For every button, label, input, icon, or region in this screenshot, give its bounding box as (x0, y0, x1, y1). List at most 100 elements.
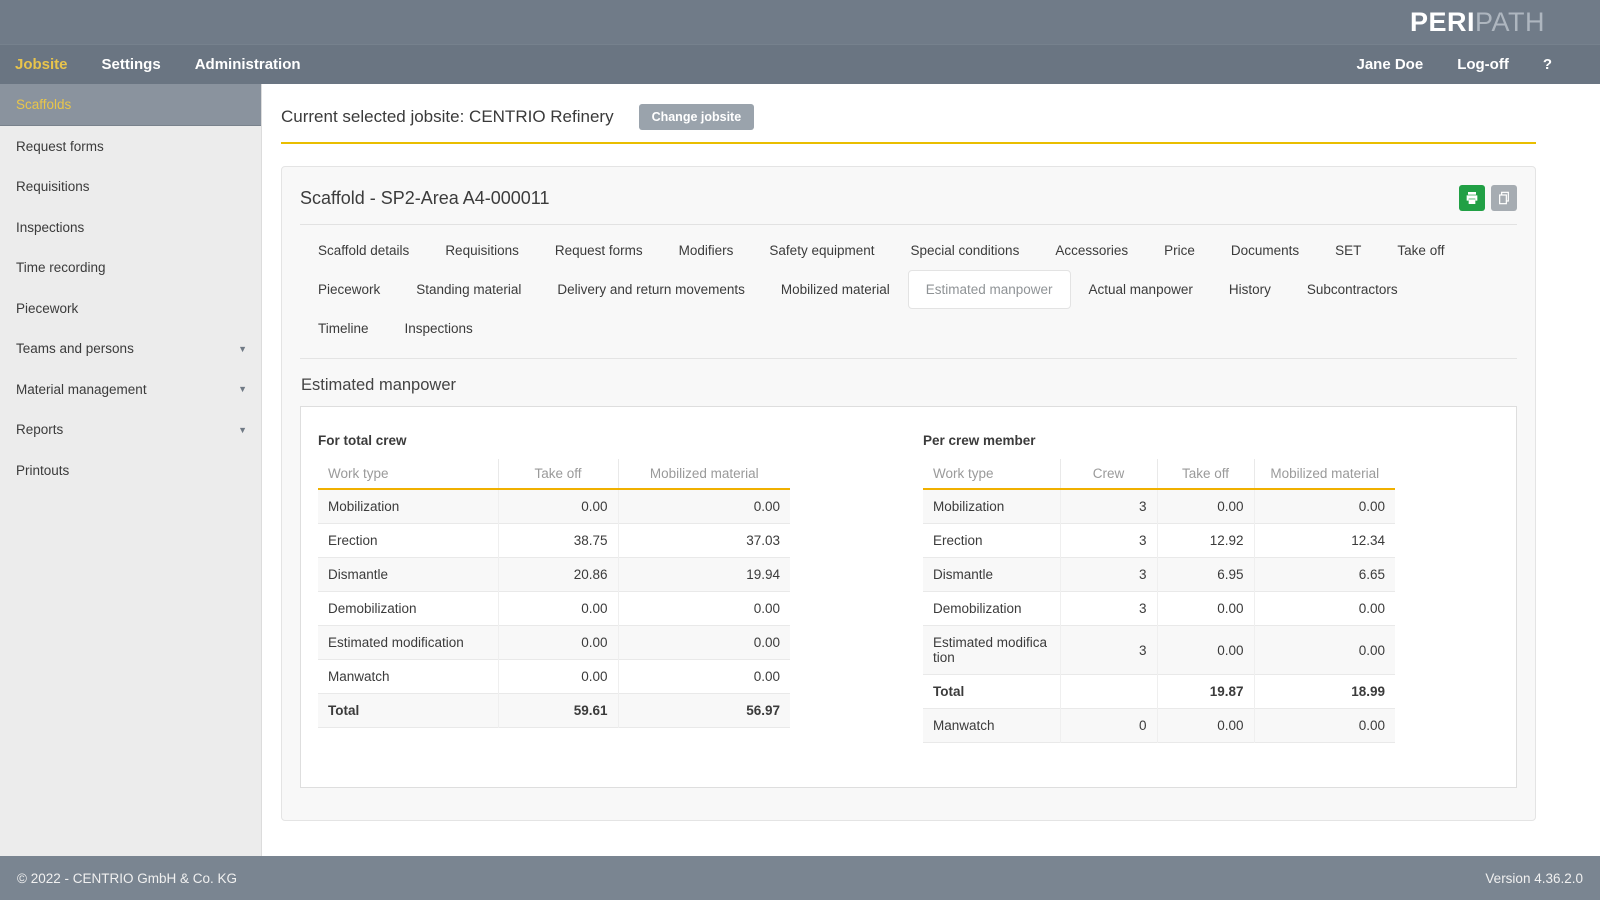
sidebar-item-request-forms[interactable]: Request forms (0, 126, 261, 167)
table-cell: 19.94 (618, 558, 790, 592)
scaffold-card-header: Scaffold - SP2-Area A4-000011 (300, 185, 1517, 211)
tab-accessories[interactable]: Accessories (1037, 231, 1146, 270)
change-jobsite-button[interactable]: Change jobsite (639, 104, 755, 130)
topnav-item-log-off[interactable]: Log-off (1457, 56, 1509, 73)
copy-button[interactable] (1491, 185, 1517, 211)
table-cell: Manwatch (318, 660, 498, 694)
tab-requisitions[interactable]: Requisitions (427, 231, 537, 270)
sidebar-item-reports[interactable]: Reports▼ (0, 410, 261, 451)
sidebar-item-printouts[interactable]: Printouts (0, 450, 261, 491)
tab-take-off[interactable]: Take off (1379, 231, 1462, 270)
table-row-manwatch: Manwatch00.000.00 (923, 709, 1395, 743)
table-cell: 0.00 (1254, 592, 1395, 626)
sidebar-item-inspections[interactable]: Inspections (0, 207, 261, 248)
table-cell: 0.00 (618, 489, 790, 524)
table-cell: Manwatch (923, 709, 1060, 743)
tab-scaffold-details[interactable]: Scaffold details (300, 231, 427, 270)
table-cell: Mobilization (318, 489, 498, 524)
scaffold-card: Scaffold - SP2-Area A4-000011 (281, 166, 1536, 821)
tab-mobilized-material[interactable]: Mobilized material (763, 270, 908, 309)
topnav-item-administration[interactable]: Administration (195, 56, 301, 73)
topnav-item-jane-doe[interactable]: Jane Doe (1356, 56, 1423, 73)
column-header-take-off: Take off (1157, 459, 1254, 489)
tab-actual-manpower[interactable]: Actual manpower (1071, 270, 1211, 309)
table-cell: 3 (1060, 524, 1157, 558)
content-area: ScaffoldsRequest formsRequisitionsInspec… (0, 84, 1600, 856)
tab-delivery-and-return-movements[interactable]: Delivery and return movements (539, 270, 763, 309)
top-brand-bar: PERIPATH (0, 0, 1600, 44)
print-button[interactable] (1459, 185, 1485, 211)
tab-safety-equipment[interactable]: Safety equipment (751, 231, 892, 270)
main-panel: Current selected jobsite: CENTRIO Refine… (262, 84, 1600, 856)
table-cell: Dismantle (318, 558, 498, 592)
table-cell: 3 (1060, 626, 1157, 675)
main-nav-right: Jane Doe Log-off? (1356, 56, 1552, 73)
sidebar-item-label: Request forms (16, 139, 104, 154)
sidebar-item-label: Piecework (16, 301, 78, 316)
chevron-down-icon: ▼ (238, 344, 247, 354)
table-cell: 19.87 (1157, 675, 1254, 709)
tab-estimated-manpower[interactable]: Estimated manpower (908, 270, 1071, 309)
table-row-demobilization: Demobilization30.000.00 (923, 592, 1395, 626)
tab-piecework[interactable]: Piecework (300, 270, 398, 309)
tab-documents[interactable]: Documents (1213, 231, 1317, 270)
sidebar: Scaffolds Request forms Requisitions Inspec… (0, 84, 262, 856)
sidebar-item-scaffolds[interactable]: Scaffolds (0, 84, 261, 126)
table-cell: Estimated modification (318, 626, 498, 660)
tab-inspections[interactable]: Inspections (387, 309, 491, 348)
section-title: Estimated manpower (301, 376, 1517, 395)
tab-modifiers[interactable]: Modifiers (661, 231, 752, 270)
tab-special-conditions[interactable]: Special conditions (893, 231, 1038, 270)
column-header-mobilized-material: Mobilized material (618, 459, 790, 489)
print-icon (1464, 190, 1480, 206)
tab-history[interactable]: History (1211, 270, 1289, 309)
table-row-erection: Erection38.7537.03 (318, 524, 790, 558)
table-cell: 0 (1060, 709, 1157, 743)
table-cell: 0.00 (618, 626, 790, 660)
app-logo-path: PATH (1475, 7, 1545, 37)
tab-standing-material[interactable]: Standing material (398, 270, 539, 309)
topnav-item-jobsite[interactable]: Jobsite (15, 56, 68, 73)
tab-set[interactable]: SET (1317, 231, 1379, 270)
table-cell: 12.34 (1254, 524, 1395, 558)
table-cell: 56.97 (618, 694, 790, 728)
sidebar-item-label: Requisitions (16, 179, 90, 194)
estimated-manpower-panel: For total crew Work typeTake offMobilize… (300, 406, 1517, 788)
for-total-crew-block: For total crew Work typeTake offMobilize… (318, 433, 790, 743)
table-cell: Mobilization (923, 489, 1060, 524)
table-cell: 3 (1060, 489, 1157, 524)
table-cell: 59.61 (498, 694, 618, 728)
sidebar-item-time-recording[interactable]: Time recording (0, 248, 261, 289)
table-cell: 3 (1060, 592, 1157, 626)
footer-version: Version 4.36.2.0 (1485, 871, 1583, 886)
tab-request-forms[interactable]: Request forms (537, 231, 661, 270)
main-nav-left: Jobsite Settings Administration (15, 56, 301, 73)
sidebar-item-requisitions[interactable]: Requisitions (0, 167, 261, 208)
table-row-demobilization: Demobilization0.000.00 (318, 592, 790, 626)
table-cell: 3 (1060, 558, 1157, 592)
scaffold-tabs: Scaffold detailsRequisitionsRequest form… (300, 231, 1517, 348)
table-row-dismantle: Dismantle20.8619.94 (318, 558, 790, 592)
table-cell: 18.99 (1254, 675, 1395, 709)
sidebar-item-material-management[interactable]: Material management▼ (0, 369, 261, 410)
table-cell: Demobilization (923, 592, 1060, 626)
topnav-item-[interactable]: ? (1543, 56, 1552, 73)
main-nav: Jobsite Settings Administration Jane Doe Lo… (0, 44, 1600, 84)
table-cell: 0.00 (498, 592, 618, 626)
tab-timeline[interactable]: Timeline (300, 309, 387, 348)
table-row-total: Total19.8718.99 (923, 675, 1395, 709)
sidebar-item-piecework[interactable]: Piecework (0, 288, 261, 329)
table-cell: 20.86 (498, 558, 618, 592)
table-cell: 0.00 (498, 489, 618, 524)
tab-price[interactable]: Price (1146, 231, 1213, 270)
table-cell: Total (318, 694, 498, 728)
table-cell: 0.00 (1157, 489, 1254, 524)
table-row-mobilization: Mobilization0.000.00 (318, 489, 790, 524)
sidebar-item-label: Inspections (16, 220, 84, 235)
sidebar-item-label: Material management (16, 382, 147, 397)
jobsite-accent-rule (281, 142, 1536, 144)
topnav-item-settings[interactable]: Settings (102, 56, 161, 73)
tab-subcontractors[interactable]: Subcontractors (1289, 270, 1416, 309)
table-header-row: Work typeTake offMobilized material (318, 459, 790, 489)
sidebar-item-teams-and-persons[interactable]: Teams and persons▼ (0, 329, 261, 370)
